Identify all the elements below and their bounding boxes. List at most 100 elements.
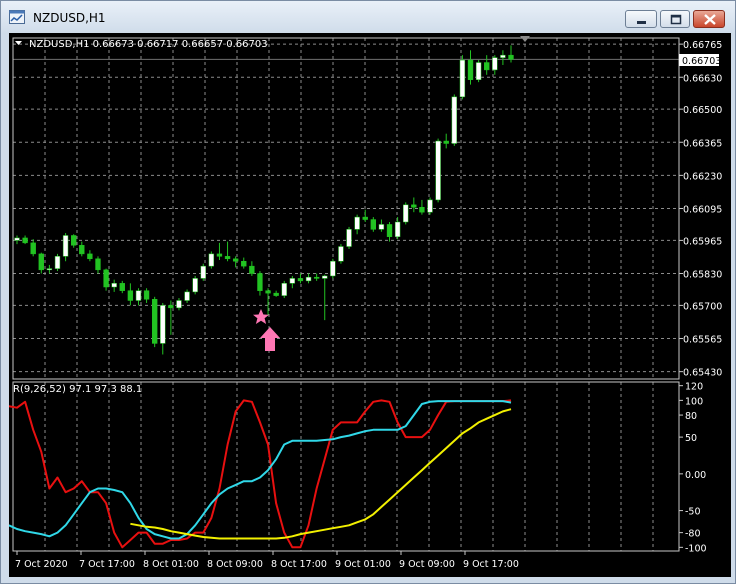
candle-body [216, 253, 223, 257]
candle-body [297, 278, 304, 282]
candle-body [208, 253, 215, 267]
candle-body [443, 140, 449, 144]
indicator-tick-label: -80 [685, 529, 701, 540]
candle-body [475, 62, 482, 80]
candle-body [257, 273, 263, 291]
time-tick-label: 7 Oct 2020 [15, 559, 68, 570]
current-price-label: 0.66703 [682, 56, 721, 67]
close-button[interactable] [693, 10, 725, 28]
candle-body [135, 290, 142, 301]
candle-body [305, 276, 312, 282]
indicator-tick-label: 0.00 [685, 470, 706, 481]
candle-body [224, 256, 231, 260]
candle-body [232, 258, 239, 262]
chart-frame [12, 37, 680, 552]
candle-body [273, 292, 279, 296]
chart-area[interactable]: 0.66765 0.66630 0.66500 0.66365 0.66230 0.660… [8, 33, 731, 577]
candle-body [241, 260, 247, 267]
minimize-button[interactable] [625, 10, 657, 28]
chart-window-icon [9, 10, 25, 24]
candle-body [362, 216, 368, 220]
minimize-icon [637, 21, 646, 24]
candle-body [427, 199, 433, 213]
candle-body [484, 62, 490, 71]
candle-body [265, 290, 271, 294]
candle-body [459, 59, 466, 98]
current-price-tag: 0.66703 [679, 54, 721, 67]
candle-body [127, 290, 134, 301]
candle-body [322, 275, 328, 279]
candle-body [289, 278, 296, 284]
candle-body [313, 276, 320, 279]
price-tick-label: 0.66230 [683, 171, 722, 182]
indicator-tick-label: 80 [685, 411, 697, 422]
candle-body [62, 235, 69, 257]
candle-body [346, 229, 352, 247]
candle-body [411, 204, 417, 208]
candle-body [54, 256, 61, 269]
candle-body [500, 54, 506, 58]
window-titlebar[interactable]: NZDUSD,H1 [1, 1, 735, 34]
price-tick-label: 0.65565 [683, 335, 722, 346]
star-icon [253, 309, 269, 324]
candle-body [176, 300, 182, 309]
price-tick-label: 0.66630 [683, 73, 722, 84]
chart-window: NZDUSD,H1 0.66765 0.66630 0.66500 0.66365 0.… [0, 0, 736, 584]
candle-body [46, 268, 53, 271]
chart-canvas[interactable]: 0.66765 0.66630 0.66500 0.66365 0.66230 0.660… [8, 33, 731, 577]
chart-shift-icon[interactable] [520, 36, 530, 42]
time-tick-label: 7 Oct 17:00 [79, 559, 135, 570]
price-tick-label: 0.66365 [683, 138, 722, 149]
time-tick-label: 8 Oct 01:00 [143, 559, 199, 570]
candle-body [200, 265, 206, 279]
candlestick-series [14, 45, 514, 355]
candle-body [249, 265, 255, 274]
candle-body [160, 305, 166, 344]
time-tick-label: 8 Oct 09:00 [207, 559, 263, 570]
chart-header: NZDUSD,H1 0.66673 0.66717 0.66657 0.6670… [29, 39, 268, 50]
candle-body [354, 216, 360, 230]
candle-body [111, 283, 117, 288]
candle-body [386, 224, 393, 237]
price-tick-label: 0.65700 [683, 301, 722, 312]
price-tick-label: 0.66095 [683, 205, 722, 216]
window-title: NZDUSD,H1 [33, 11, 106, 25]
candle-body [103, 269, 109, 288]
indicator-tick-label: -100 [685, 543, 707, 554]
indicator-tick-label: 100 [685, 396, 703, 407]
candle-body [378, 224, 385, 230]
candle-body [22, 237, 28, 244]
candle-body [370, 219, 377, 230]
grid-lines [13, 38, 683, 555]
indicator-tick-label: -50 [685, 507, 701, 518]
candle-body [338, 246, 344, 262]
candle-body [30, 242, 36, 255]
candle-body [151, 299, 158, 344]
maximize-button[interactable] [660, 10, 690, 28]
time-tick-label: 9 Oct 09:00 [399, 559, 455, 570]
candle-body [71, 235, 77, 246]
time-tick-label: 9 Oct 17:00 [463, 559, 519, 570]
price-tick-label: 0.66765 [683, 40, 722, 51]
indicator-line-0 [8, 399, 512, 549]
price-tick-label: 0.65830 [683, 270, 722, 281]
candle-body [281, 283, 287, 296]
candle-body [95, 258, 101, 271]
close-icon [704, 14, 716, 25]
candle-body [184, 291, 190, 301]
candle-body [14, 237, 20, 241]
maximize-icon [670, 14, 682, 25]
indicator-tick-label: 120 [685, 382, 703, 393]
price-tick-label: 0.65430 [683, 368, 722, 379]
candle-body [492, 57, 498, 71]
price-tick-label: 0.65965 [683, 236, 722, 247]
price-tick-label: 0.66500 [683, 105, 722, 116]
candle-body [168, 305, 174, 309]
candle-body [419, 207, 425, 213]
time-tick-label: 9 Oct 01:00 [335, 559, 391, 570]
candle-body [143, 290, 150, 300]
indicator-header: R(9,26,52) 97.1 97.3 88.1 [13, 384, 142, 395]
candle-body [435, 140, 441, 201]
indicator-tick-label: 50 [685, 433, 697, 444]
candle-body [192, 278, 198, 293]
